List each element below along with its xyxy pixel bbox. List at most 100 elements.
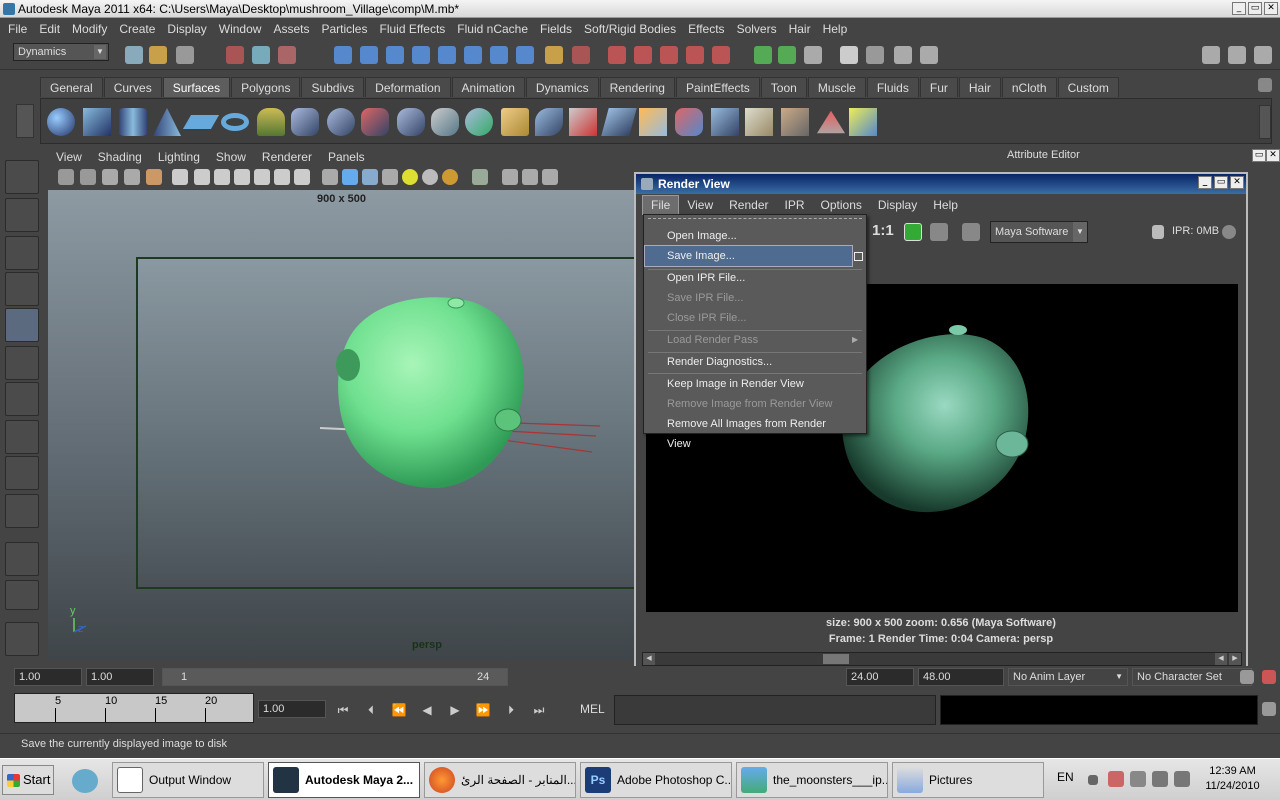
planar-icon[interactable]: [327, 108, 355, 136]
menu-item-save-image[interactable]: Save Image...: [644, 245, 853, 267]
taskbar-item-photoshop[interactable]: Ps Adobe Photoshop C...: [580, 762, 732, 798]
render-view-menu-file[interactable]: File: [642, 195, 680, 215]
stitch-icon[interactable]: [849, 108, 877, 136]
render-view-menu-display[interactable]: Display: [870, 196, 925, 214]
menu-item-render-diagnostics[interactable]: Render Diagnostics...: [645, 352, 852, 372]
menu-item-open-ipr-file[interactable]: Open IPR File...: [645, 268, 852, 288]
hypershade-icon[interactable]: [840, 46, 858, 64]
single-perspective-layout-icon[interactable]: [5, 542, 39, 576]
render-view-minimize-button[interactable]: _: [1198, 176, 1212, 189]
shelf-tab-custom[interactable]: Custom: [1057, 77, 1119, 97]
menu-file[interactable]: File: [4, 22, 35, 36]
play-forwards-icon[interactable]: ▶: [446, 702, 464, 718]
align-icon[interactable]: [711, 108, 739, 136]
nurbs-plane-icon[interactable]: [182, 115, 220, 129]
viewport-menu-shading[interactable]: Shading: [90, 150, 150, 164]
refresh-ipr-icon[interactable]: [1222, 225, 1236, 239]
nurbs-cube-icon[interactable]: [83, 108, 111, 136]
open-scene-icon[interactable]: [149, 46, 167, 64]
safely-remove-icon[interactable]: [1130, 771, 1146, 787]
sidebar-toggle-icon[interactable]: [920, 46, 938, 64]
go-to-start-icon[interactable]: ⏮: [334, 702, 352, 718]
shelf-tab-dynamics[interactable]: Dynamics: [525, 77, 599, 97]
rotate-tool-icon[interactable]: [5, 308, 39, 342]
wireframe-on-shaded-icon[interactable]: [362, 169, 378, 185]
trim-icon[interactable]: [569, 108, 597, 136]
square-icon[interactable]: [465, 108, 493, 136]
detach-icon[interactable]: [675, 108, 703, 136]
wireframe-icon[interactable]: [322, 169, 338, 185]
revolve-icon[interactable]: [257, 108, 285, 136]
mushroom-model[interactable]: [338, 297, 524, 489]
camera-icon[interactable]: [58, 169, 74, 185]
nurbs-sphere-icon[interactable]: [47, 108, 75, 136]
display-rgb-icon[interactable]: [962, 223, 980, 241]
attach-icon[interactable]: [639, 108, 667, 136]
open-close-icon[interactable]: [745, 108, 773, 136]
input-ops-icon[interactable]: [572, 46, 590, 64]
bookmark-icon[interactable]: [102, 169, 118, 185]
untrim-icon[interactable]: [601, 108, 637, 136]
boundary-icon[interactable]: [431, 108, 459, 136]
script-editor-icon[interactable]: [1262, 702, 1276, 716]
render-view-close-button[interactable]: ✕: [1230, 176, 1244, 189]
show-manipulator-icon[interactable]: [5, 456, 39, 490]
film-gate-icon[interactable]: [194, 169, 210, 185]
playback-start-field[interactable]: 1.00: [86, 668, 154, 686]
language-indicator[interactable]: EN: [1057, 770, 1074, 784]
key-icon[interactable]: [1240, 670, 1254, 684]
channel-box-toggle-icon[interactable]: [1254, 46, 1272, 64]
remove-image-icon[interactable]: [930, 223, 948, 241]
gate-mask-icon[interactable]: [234, 169, 250, 185]
scroll-right-icon[interactable]: ◀: [1215, 653, 1227, 665]
trash-icon[interactable]: [1258, 78, 1272, 92]
shadows-icon[interactable]: [442, 169, 458, 185]
keep-image-icon[interactable]: [904, 223, 922, 241]
scroll-thumb[interactable]: [823, 654, 849, 664]
shelf-menu-icon[interactable]: [16, 104, 34, 138]
attribute-editor-close-button[interactable]: ✕: [1266, 149, 1280, 162]
animation-start-field[interactable]: 1.00: [14, 668, 82, 686]
taskbar-item-maya[interactable]: Autodesk Maya 2...: [268, 762, 420, 798]
snap-together-icon[interactable]: [634, 46, 652, 64]
outliner-layout-icon[interactable]: [5, 622, 39, 656]
scale-tool-icon[interactable]: [5, 346, 39, 380]
clapper-icon[interactable]: [866, 46, 884, 64]
help-icon[interactable]: [516, 46, 534, 64]
menu-particles[interactable]: Particles: [317, 22, 375, 36]
snap-edge-icon[interactable]: [712, 46, 730, 64]
two-d-pan-zoom-icon[interactable]: [146, 169, 162, 185]
field-chart-icon[interactable]: [254, 169, 270, 185]
shelf-tab-curves[interactable]: Curves: [103, 77, 162, 97]
menu-assets[interactable]: Assets: [269, 22, 317, 36]
action-center-icon[interactable]: [1108, 771, 1124, 787]
menu-set-dropdown[interactable]: Dynamics ▼: [13, 43, 109, 61]
users-icon[interactable]: [72, 769, 98, 793]
soft-modification-tool-icon[interactable]: [5, 420, 39, 454]
command-line-label[interactable]: MEL: [580, 702, 605, 716]
select-object-icon[interactable]: [252, 46, 270, 64]
isolate-select-icon[interactable]: [472, 169, 488, 185]
shelf-tab-polygons[interactable]: Polygons: [231, 77, 301, 97]
shelf-tab-general[interactable]: General: [40, 77, 103, 97]
step-forward-frame-icon[interactable]: ⏵: [502, 702, 520, 718]
snap-align-icon[interactable]: [660, 46, 678, 64]
show-hidden-icons-icon[interactable]: [1088, 775, 1098, 785]
pause-icon[interactable]: [1152, 225, 1164, 239]
tool-settings-toggle-icon[interactable]: [1228, 46, 1246, 64]
viewport-menu-lighting[interactable]: Lighting: [150, 150, 208, 164]
go-to-end-icon[interactable]: ⏭: [530, 702, 548, 718]
render-view-maximize-button[interactable]: ▭: [1214, 176, 1228, 189]
last-tool-icon[interactable]: [5, 494, 39, 528]
menu-item-open-image[interactable]: Open Image...: [645, 226, 852, 246]
attribute-editor-float-button[interactable]: ▭: [1252, 149, 1266, 162]
textured-icon[interactable]: [382, 169, 398, 185]
taskbar-item-moonsters[interactable]: the_moonsters___ip...: [736, 762, 888, 798]
snap-live-icon[interactable]: [686, 46, 704, 64]
shelf-tab-fur[interactable]: Fur: [919, 77, 958, 97]
taskbar-item-output-window[interactable]: Output Window: [112, 762, 264, 798]
backface-culling-icon[interactable]: [542, 169, 558, 185]
viewport-menu-renderer[interactable]: Renderer: [254, 150, 320, 164]
resolution-gate-icon[interactable]: [214, 169, 230, 185]
menu-solvers[interactable]: Solvers: [733, 22, 785, 36]
